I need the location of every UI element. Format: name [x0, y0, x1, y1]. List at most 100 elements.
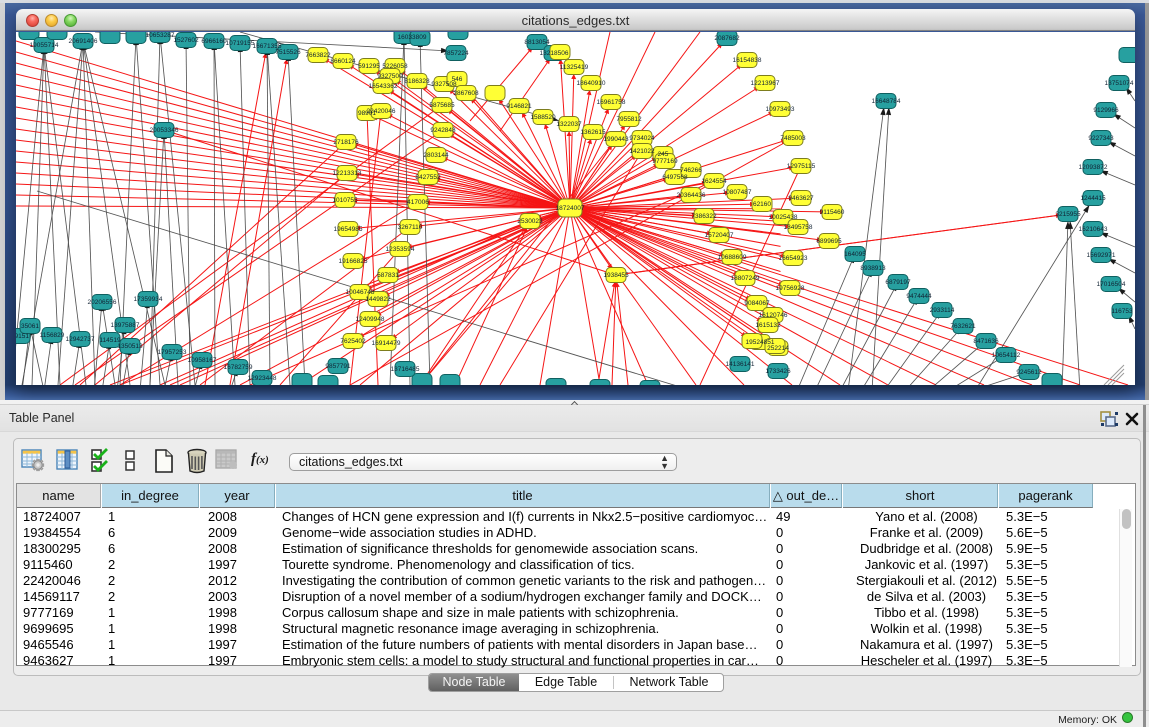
svg-text:1362615: 1362615	[580, 129, 606, 136]
svg-text:9115460: 9115460	[820, 209, 845, 216]
svg-text:18640910: 18640910	[577, 80, 606, 87]
svg-text:20053346: 20053346	[150, 127, 179, 134]
svg-text:12213313: 12213313	[333, 170, 362, 177]
svg-text:14136141: 14136141	[726, 361, 755, 368]
svg-text:98901: 98901	[358, 110, 376, 117]
svg-text:9245612: 9245612	[1016, 369, 1042, 376]
svg-text:1990443: 1990443	[603, 136, 629, 143]
svg-text:3267110: 3267110	[398, 224, 423, 231]
svg-text:1938455: 1938455	[603, 272, 629, 279]
svg-text:10688609: 10688609	[718, 254, 747, 261]
svg-text:39151: 39151	[16, 333, 29, 340]
svg-text:16654923: 16654923	[779, 255, 808, 262]
svg-text:16210643: 16210643	[1079, 226, 1108, 233]
svg-text:1244415: 1244415	[1080, 195, 1106, 202]
svg-text:9129966: 9129966	[1093, 107, 1119, 114]
svg-text:546: 546	[452, 76, 463, 83]
svg-text:5875685: 5875685	[429, 102, 455, 109]
svg-text:10046748: 10046748	[346, 289, 375, 296]
svg-text:62160: 62160	[753, 201, 771, 208]
svg-text:9777169: 9777169	[652, 158, 678, 165]
svg-text:7955812: 7955812	[616, 116, 642, 123]
svg-text:13716485: 13716485	[391, 366, 420, 373]
svg-text:9857791: 9857791	[325, 363, 351, 370]
svg-text:591295: 591295	[358, 63, 380, 70]
svg-text:1624554: 1624554	[701, 178, 727, 185]
svg-text:19055714: 19055714	[30, 42, 59, 49]
svg-text:10958167: 10958167	[188, 357, 217, 364]
svg-text:13218506: 13218506	[540, 50, 569, 57]
svg-text:7663822: 7663822	[305, 52, 331, 59]
svg-text:13495758: 13495758	[784, 224, 813, 231]
svg-text:1615132: 1615132	[755, 322, 781, 329]
svg-text:16914479: 16914479	[372, 340, 401, 347]
svg-text:12409948: 12409948	[356, 316, 385, 323]
svg-text:17957253: 17957253	[158, 349, 187, 356]
svg-text:12093872: 12093872	[1079, 164, 1108, 171]
svg-text:18724007: 18724007	[556, 205, 585, 212]
svg-text:6899695: 6899695	[816, 238, 842, 245]
svg-text:7857224: 7857224	[443, 50, 469, 57]
svg-text:10807487: 10807487	[723, 189, 752, 196]
svg-text:10653287: 10653287	[146, 32, 175, 39]
svg-text:2933114: 2933114	[930, 307, 955, 314]
svg-text:417006: 417006	[407, 199, 429, 206]
svg-text:9242848: 9242848	[430, 127, 456, 134]
svg-text:13751074: 13751074	[1105, 80, 1134, 87]
svg-text:17016504: 17016504	[1097, 281, 1126, 288]
svg-text:7625402: 7625402	[340, 338, 366, 345]
svg-text:15692971: 15692971	[1087, 252, 1116, 259]
svg-text:20691406: 20691406	[69, 38, 98, 45]
svg-text:6497568: 6497568	[662, 174, 688, 181]
svg-text:20206556: 20206556	[88, 299, 117, 306]
svg-text:1156829: 1156829	[40, 332, 65, 339]
svg-text:8427552: 8427552	[415, 174, 441, 181]
svg-text:16648784: 16648784	[872, 98, 901, 105]
svg-text:1421022: 1421022	[629, 148, 655, 155]
svg-text:8660124: 8660124	[330, 58, 356, 65]
svg-text:8186328: 8186328	[404, 78, 430, 85]
svg-text:1588520: 1588520	[530, 114, 556, 121]
svg-text:13975887: 13975887	[111, 322, 140, 329]
svg-text:8471636: 8471636	[973, 338, 999, 345]
svg-text:9463627: 9463627	[788, 195, 814, 202]
svg-text:9146821: 9146821	[506, 103, 532, 110]
svg-text:7386322: 7386322	[691, 213, 717, 220]
svg-text:9227343: 9227343	[1088, 135, 1114, 142]
svg-text:9327500: 9327500	[377, 73, 403, 80]
svg-text:1010755: 1010755	[332, 197, 358, 204]
svg-text:11325419: 11325419	[560, 64, 589, 71]
svg-text:2803144: 2803144	[423, 152, 449, 159]
svg-text:35061: 35061	[21, 323, 39, 330]
svg-text:3215955: 3215955	[1055, 211, 1081, 218]
svg-text:15720407: 15720407	[705, 232, 734, 239]
svg-text:1449822: 1449822	[365, 296, 391, 303]
svg-text:10973493: 10973493	[766, 106, 795, 113]
svg-text:12942737: 12942737	[66, 336, 95, 343]
svg-text:9474444: 9474444	[906, 293, 932, 300]
svg-text:12923448: 12923448	[248, 375, 277, 382]
svg-text:2718176: 2718176	[333, 139, 359, 146]
svg-text:10719155: 10719155	[226, 40, 255, 47]
svg-text:19756928: 19756928	[776, 285, 805, 292]
svg-text:18807249: 18807249	[731, 275, 760, 282]
svg-text:1527602: 1527602	[173, 37, 199, 44]
svg-text:7515526: 7515526	[275, 49, 301, 56]
svg-text:17359934: 17359934	[134, 296, 163, 303]
svg-text:5226058: 5226058	[382, 63, 408, 70]
svg-text:16782759: 16782759	[224, 364, 253, 371]
svg-text:8938913: 8938913	[860, 265, 886, 272]
svg-text:1322037: 1322037	[556, 121, 582, 128]
svg-text:19654985: 19654985	[334, 226, 363, 233]
svg-text:6966160: 6966160	[201, 38, 227, 45]
svg-text:1350513: 1350513	[117, 343, 143, 350]
svg-text:114519: 114519	[99, 337, 121, 344]
svg-text:252214: 252214	[767, 345, 789, 352]
svg-text:2087682: 2087682	[714, 35, 740, 42]
svg-text:16033809: 16033809	[398, 34, 427, 41]
svg-text:2867608: 2867608	[453, 90, 479, 97]
svg-text:10654112: 10654112	[992, 352, 1021, 359]
svg-text:7485003: 7485003	[780, 135, 806, 142]
svg-text:16120746: 16120746	[759, 312, 788, 319]
svg-text:746266: 746266	[680, 167, 702, 174]
